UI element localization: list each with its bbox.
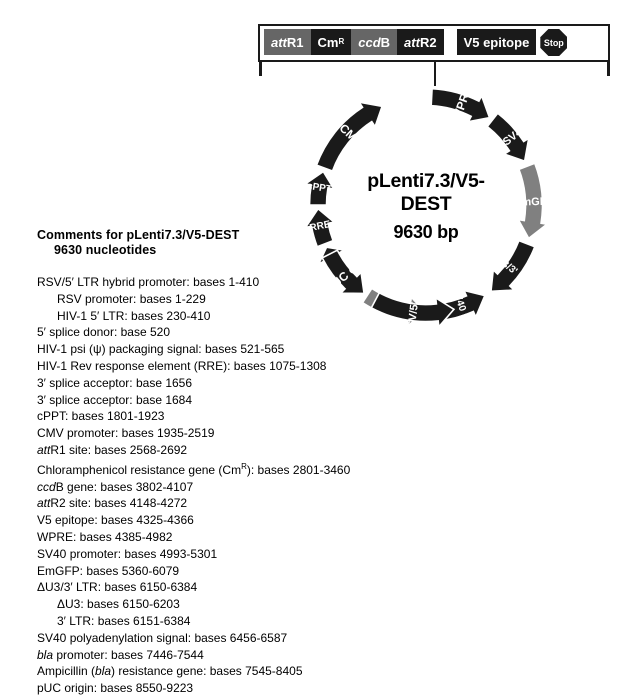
comment-entry: ccdB gene: bases 3802-4107 [37, 479, 194, 494]
cassette-drop-line [434, 62, 436, 86]
feature-arrow-shape [433, 289, 486, 322]
feature-psi: ψ [316, 246, 347, 275]
feature-label: P CMV [328, 113, 365, 149]
feature-label: P RSV/5' LTR [404, 278, 424, 347]
feature-label: SV40 pA [449, 286, 473, 328]
feature-label: P SV40 [493, 122, 530, 154]
comment-entry: bla promoter: bases 7446-7544 [37, 647, 204, 662]
feature-arrow-shape [370, 291, 456, 329]
comment-entry: pUC origin: bases 8550-9223 [37, 681, 194, 696]
comment-entry: RSV promoter: bases 1-229 [57, 291, 206, 306]
cassette-bracket-left-leg [259, 62, 262, 76]
feature-pucori: pUC ori [321, 249, 366, 295]
comment-entry: RSV/5′ LTR hybrid promoter: bases 1-410 [37, 275, 260, 289]
cassette-segment-v5epitope: V5 epitope [456, 29, 537, 55]
feature-arrow-shape [516, 162, 549, 240]
plasmid-map-figure: att R1 Cm Rccd Batt R2 V5 epitope Stop ψ RRE cPPT… [0, 0, 622, 695]
feature-ampicillin: Ampicillin [361, 279, 428, 338]
comment-entry: 3′ splice acceptor: base 1684 [37, 392, 193, 407]
comment-entry: 3′ LTR: bases 6151-6384 [57, 613, 191, 628]
comment-entry: V5 epitope: bases 4325-4366 [37, 513, 194, 528]
feature-arrow-shape [430, 87, 491, 123]
comment-entry: CMV promoter: bases 1935-2519 [37, 426, 215, 441]
comment-entry: HIV-1 5′ LTR: bases 230-410 [57, 308, 211, 323]
feature-arrow-shape [316, 246, 347, 275]
feature-label: Ampicillin [380, 279, 410, 338]
comment-entry: attR1 site: bases 2568-2692 [37, 442, 188, 457]
comment-entry: ΔU3: bases 6150-6203 [57, 597, 180, 612]
cassette-segment-ccdb: ccd B [351, 29, 398, 55]
stop-codon-octagon: Stop [540, 29, 568, 56]
expression-cassette-bar: att R1 Cm Rccd Batt R2 V5 epitope Stop [258, 24, 610, 64]
comments-heading: Comments for pLenti7.3/V5-DEST 9630 nucl… [37, 228, 312, 258]
feature-u33ltr: ΔU3/3' LTR [488, 239, 537, 293]
cassette-segments: att R1 Cm Rccd Batt R2 V5 epitope Stop [264, 29, 568, 56]
comment-entry: Chloramphenicol resistance gene (CmR): b… [37, 461, 351, 477]
feature-psv40: P SV40 [486, 112, 530, 163]
feature-label: EmGFP [514, 196, 554, 209]
feature-prsv5ltr: P RSV/5' LTR [370, 278, 456, 347]
feature-label: ψ [326, 252, 338, 265]
feature-cppt: cPPT [303, 170, 336, 206]
plasmid-name-line1: pLenti7.3/V5- [367, 170, 485, 192]
feature-label: WPRE [449, 84, 474, 123]
comments-list: RSV/5′ LTR hybrid promoter: bases 1-410 R… [37, 274, 351, 697]
comments-heading-sub: 9630 nucleotides [54, 243, 157, 257]
feature-arrow-shape [490, 239, 536, 293]
comment-entry: Ampicillin (bla) resistance gene: bases … [37, 664, 303, 679]
cassette-gap [444, 29, 457, 55]
cassette-segment-attr2: att R2 [397, 29, 444, 55]
cassette-bracket-right-leg [607, 62, 610, 76]
comment-entry: 3′ splice acceptor: base 1656 [37, 375, 193, 390]
comment-entry: WPRE: bases 4385-4982 [37, 529, 173, 544]
comment-entry: 5′ splice donor: base 520 [37, 325, 171, 340]
feature-label: RRE [309, 219, 332, 234]
plasmid-size: 9630 bp [393, 222, 459, 242]
comments-block: Comments for pLenti7.3/V5-DEST 9630 nucl… [37, 228, 351, 697]
feature-arrow-shape [321, 249, 365, 295]
comment-entry: cPPT: bases 1801-1923 [37, 409, 165, 424]
comment-entry: SV40 promoter: bases 4993-5301 [37, 546, 218, 561]
cassette-segment-attr1: att R1 [264, 29, 311, 55]
feature-arrow-shape [486, 112, 530, 163]
plasmid-name-line2: DEST [400, 193, 452, 215]
feature-pcmv: P CMV [315, 101, 384, 172]
feature-sv40pa: SV40 pA [433, 286, 486, 328]
feature-label: pUC ori [324, 256, 366, 295]
feature-arrow-shape [303, 170, 336, 206]
feature-arrow-shape [361, 287, 428, 328]
comment-entry: attR2 site: bases 4148-4272 [37, 496, 188, 511]
feature-emgfp: EmGFP [514, 162, 554, 240]
comment-entry: SV40 polyadenylation signal: bases 6456-… [37, 630, 288, 645]
plasmid-title: pLenti7.3/V5- DEST 9630 bp [336, 170, 516, 244]
feature-label: cPPT [306, 181, 332, 196]
comment-entry: EmGFP: bases 5360-6079 [37, 563, 180, 578]
cassette-segment-cmr: Cm R [310, 29, 352, 55]
comment-entry: HIV-1 Rev response element (RRE): bases … [37, 358, 327, 373]
comments-heading-main: Comments for pLenti7.3/V5-DEST [37, 228, 240, 242]
feature-wpre: WPRE [430, 84, 491, 123]
comment-entry: ΔU3/3′ LTR: bases 6150-6384 [37, 580, 198, 595]
feature-arrow-shape [315, 101, 384, 172]
comment-entry: HIV-1 psi (ψ) packaging signal: bases 52… [37, 342, 285, 357]
feature-label: ΔU3/3' LTR [488, 250, 537, 291]
